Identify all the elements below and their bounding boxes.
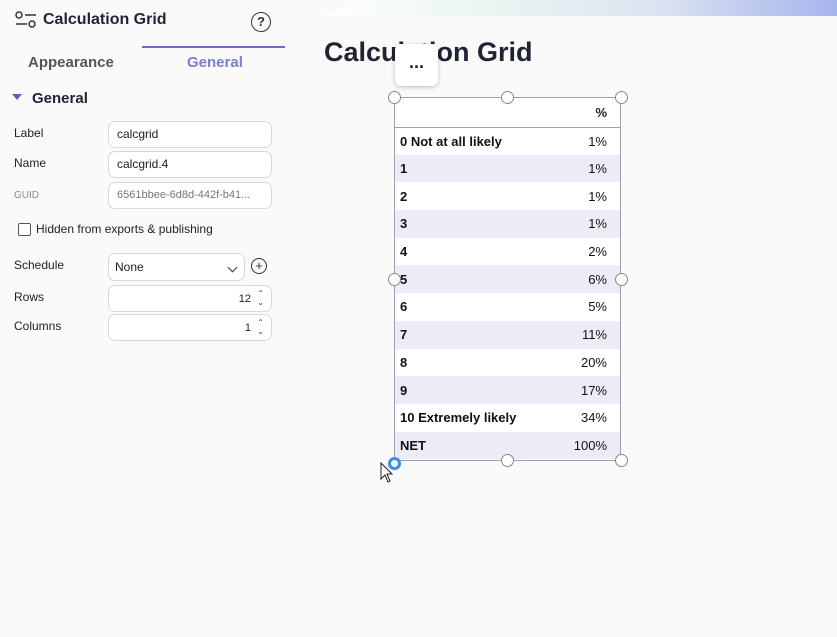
resize-handle-bottom[interactable] — [501, 454, 514, 467]
hidden-checkbox[interactable] — [18, 223, 31, 237]
grid-row-value: 34% — [580, 410, 607, 426]
guid-field: 6561bbee-6d8d-442f-b41... — [108, 182, 272, 209]
grid-row-value: 6% — [557, 265, 620, 294]
grid-row-value: 1% — [557, 210, 620, 238]
resize-handle-left[interactable] — [388, 273, 401, 286]
grid-row: 10 Extremely likely 34% — [395, 404, 620, 432]
grid-row-label: 10 Extremely likely — [400, 410, 517, 426]
section-general-toggle[interactable]: General — [12, 90, 88, 107]
name-field-label: Name — [14, 156, 47, 170]
tab-appearance[interactable]: Appearance — [28, 54, 114, 71]
panel-header: Calculation Grid ? — [0, 0, 290, 44]
mouse-cursor-icon — [380, 462, 394, 483]
grid-row-value: 1% — [588, 188, 607, 204]
grid-row-label: 2 — [400, 188, 408, 204]
active-tab-indicator — [142, 46, 285, 48]
grid-row-value: 17% — [557, 376, 620, 404]
sliders-icon — [15, 11, 36, 28]
section-title: General — [32, 90, 88, 107]
properties-panel: Calculation Grid ? Appearance General Ge… — [0, 0, 290, 637]
hidden-checkbox-row[interactable]: Hidden from exports & publishing — [18, 222, 213, 237]
header-banner — [320, 0, 837, 16]
more-options-button[interactable]: ... — [395, 44, 438, 86]
grid-row-label: 4 — [400, 244, 408, 260]
grid-header-label — [395, 98, 558, 128]
grid-row-label: 0 Not at all likely — [400, 133, 502, 149]
schedule-select[interactable]: None — [108, 253, 245, 281]
columns-value: 1 — [244, 322, 251, 334]
grid-row: 0 Not at all likely 1% — [395, 127, 620, 155]
grid-row: 3 1% — [395, 210, 620, 238]
stepper-arrows-icon[interactable]: ⌃ ⌄ — [257, 289, 264, 307]
hidden-checkbox-label: Hidden from exports & publishing — [36, 222, 213, 236]
grid-row: 2 1% — [395, 182, 620, 210]
grid-row-label: 7 — [395, 320, 558, 349]
label-field[interactable]: calcgrid — [108, 121, 272, 148]
grid-header-percent: % — [557, 98, 620, 128]
caret-down-icon — [12, 94, 22, 101]
calculation-grid[interactable]: % 0 Not at all likely 1% 1 1% 2 1% 3 1% 4 2% 5 6% 6 5… — [394, 97, 621, 461]
panel-title: Calculation Grid — [43, 11, 167, 28]
rows-value: 12 — [238, 293, 251, 305]
grid-row-label: 5 — [395, 265, 558, 294]
resize-handle-top-right[interactable] — [615, 91, 628, 104]
rows-stepper[interactable]: 12 ⌃ ⌄ — [108, 285, 272, 312]
chevron-down-icon — [227, 262, 238, 273]
grid-row-label: 9 — [395, 376, 558, 404]
stepper-arrows-icon[interactable]: ⌃ ⌄ — [257, 318, 264, 336]
resize-handle-right[interactable] — [615, 273, 628, 286]
grid-row: 8 20% — [395, 349, 620, 377]
columns-label: Columns — [14, 319, 62, 333]
grid-row: 1 1% — [395, 154, 620, 183]
grid-row: 7 11% — [395, 320, 620, 349]
grid-row-value: 11% — [557, 320, 620, 349]
grid-row-label: 6 — [400, 299, 408, 315]
grid-row-label: 1 — [395, 154, 558, 183]
resize-handle-bottom-right[interactable] — [615, 454, 628, 467]
grid-row-value: 20% — [580, 354, 607, 370]
grid-row-value: 1% — [588, 133, 607, 149]
grid-row-label: 8 — [400, 354, 408, 370]
tab-general[interactable]: General — [187, 54, 243, 71]
schedule-label: Schedule — [14, 258, 65, 272]
grid-row-value: 100% — [557, 431, 620, 460]
rows-label: Rows — [14, 290, 45, 304]
grid-row: 5 6% — [395, 265, 620, 294]
guid-field-label: GUID — [14, 190, 39, 201]
resize-handle-top-left[interactable] — [388, 91, 401, 104]
grid-row: 4 2% — [395, 238, 620, 266]
add-schedule-icon[interactable]: + — [251, 258, 267, 274]
help-icon[interactable]: ? — [251, 12, 271, 32]
grid-table: % 0 Not at all likely 1% 1 1% 2 1% 3 1% 4 2% 5 6% 6 5… — [395, 98, 620, 460]
grid-row-value: 5% — [588, 299, 607, 315]
grid-row-value: 2% — [588, 244, 607, 260]
columns-stepper[interactable]: 1 ⌃ ⌄ — [108, 314, 272, 341]
grid-row-label: 3 — [395, 210, 558, 238]
resize-handle-top[interactable] — [501, 91, 514, 104]
grid-row-value: 1% — [557, 154, 620, 183]
grid-row: 9 17% — [395, 376, 620, 404]
label-field-label: Label — [14, 126, 44, 140]
grid-row-label: NET — [395, 431, 558, 460]
name-field[interactable]: calcgrid.4 — [108, 151, 272, 178]
grid-row: 6 5% — [395, 293, 620, 321]
schedule-value: None — [115, 260, 144, 274]
tab-bar: Appearance General — [0, 46, 290, 78]
